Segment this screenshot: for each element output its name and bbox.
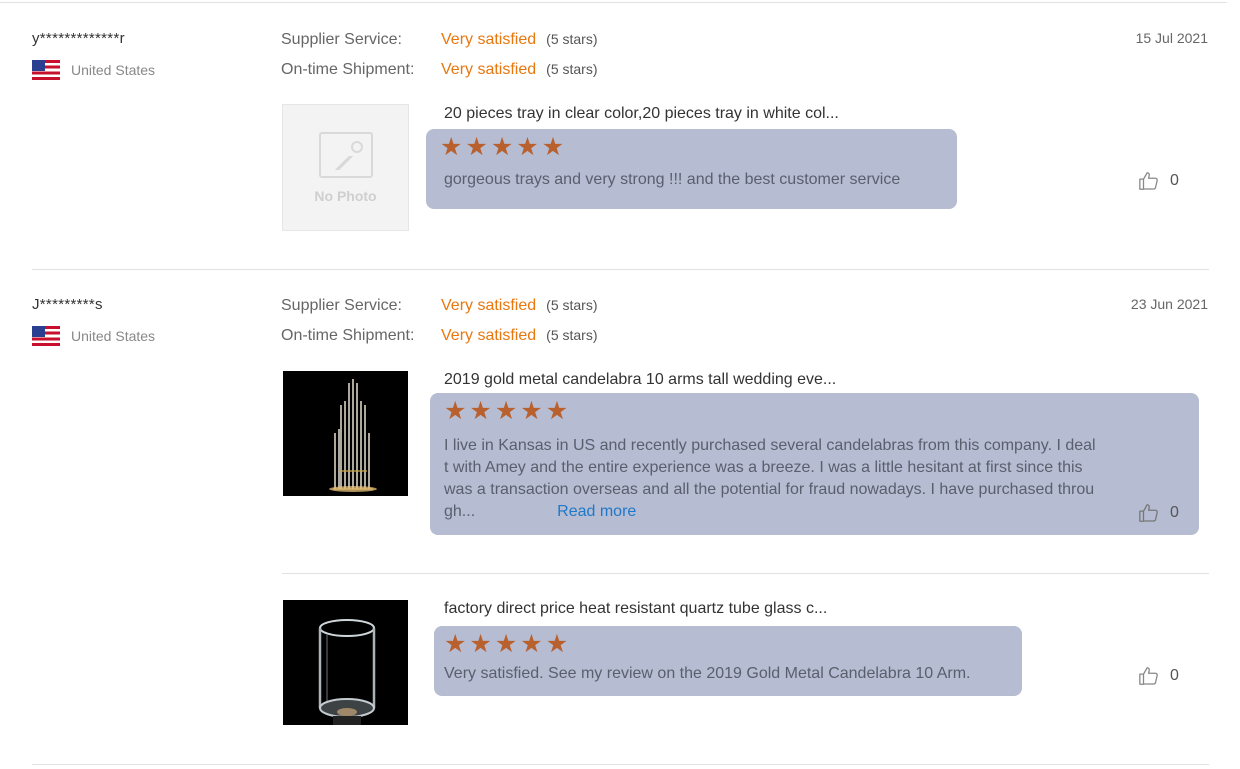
rating-value: Very satisfied — [441, 327, 537, 344]
star-icon: ★ — [490, 133, 514, 161]
star-icon: ★ — [444, 630, 467, 658]
review-bubble: ★ ★ ★ ★ ★ Very satisfied. See my review … — [434, 626, 1022, 696]
star-icon: ★ — [494, 397, 518, 425]
product-title-link[interactable]: factory direct price heat resistant quar… — [444, 600, 827, 618]
no-photo-label: No Photo — [314, 187, 377, 204]
review-stars: ★ ★ ★ ★ ★ — [444, 399, 568, 424]
review-text-line-last: gh... Read more — [444, 501, 1096, 523]
star-icon: ★ — [494, 630, 518, 658]
review-text-line: t with Amey and the entire experience wa… — [444, 459, 1083, 476]
supplier-service-rating: Supplier Service: Very satisfied (5 star… — [281, 297, 598, 315]
star-icon: ★ — [545, 397, 569, 425]
read-more-link[interactable]: Read more — [557, 503, 636, 520]
rating-stars-text: (5 stars) — [546, 297, 598, 313]
review-text-line: was a transaction overseas and all the p… — [444, 481, 1095, 498]
flag-us-icon — [32, 60, 60, 80]
supplier-service-rating: Supplier Service: Very satisfied (5 star… — [281, 31, 598, 49]
review-text: Very satisfied. See my review on the 201… — [444, 665, 971, 682]
reviewer-name: J*********s — [32, 296, 103, 313]
rating-stars-text: (5 stars) — [546, 61, 598, 77]
on-time-shipment-rating: On-time Shipment: Very satisfied (5 star… — [281, 327, 598, 345]
review-stars: ★ ★ ★ ★ ★ — [444, 632, 568, 657]
rating-label: On-time Shipment: — [281, 327, 415, 344]
product-image[interactable] — [283, 371, 408, 496]
star-icon: ★ — [444, 397, 467, 425]
flag-us-icon — [32, 326, 60, 346]
star-icon: ★ — [516, 133, 539, 161]
star-icon: ★ — [469, 630, 492, 658]
like-count: 0 — [1170, 504, 1179, 521]
like-count: 0 — [1170, 172, 1179, 189]
star-icon: ★ — [465, 133, 488, 161]
glass-tube-image — [283, 600, 408, 725]
like-button[interactable]: 0 — [1138, 502, 1179, 524]
review-text: gorgeous trays and very strong !!! and t… — [444, 171, 901, 188]
rating-value: Very satisfied — [441, 297, 537, 314]
rating-stars-text: (5 stars) — [546, 31, 598, 47]
review-stars: ★ ★ ★ ★ ★ — [440, 135, 564, 160]
thumbs-up-icon — [1139, 667, 1158, 685]
review-bubble: ★ ★ ★ ★ ★ gorgeous trays and very strong… — [426, 129, 957, 209]
country-name: United States — [71, 62, 156, 78]
review-divider — [32, 764, 1209, 765]
star-icon: ★ — [469, 397, 492, 425]
like-button[interactable]: 0 — [1138, 665, 1179, 687]
reviewer-country: United States — [32, 326, 155, 346]
review-text-line: gh... — [444, 503, 476, 520]
reviewer-country: United States — [32, 60, 155, 80]
product-title-link[interactable]: 20 pieces tray in clear color,20 pieces … — [444, 105, 839, 123]
review-card: J*********s United States Supplier Servi… — [0, 270, 1240, 769]
review-text: I live in Kansas in US and recently purc… — [444, 435, 1096, 523]
review-text-line: I live in Kansas in US and recently purc… — [444, 437, 1096, 454]
rating-stars-text: (5 stars) — [546, 327, 598, 343]
like-count: 0 — [1170, 667, 1179, 684]
candelabra-image — [283, 371, 408, 496]
star-icon: ★ — [545, 630, 569, 658]
reviewer-name: y*************r — [32, 30, 125, 47]
product-title-link[interactable]: 2019 gold metal candelabra 10 arms tall … — [444, 371, 836, 389]
thumbs-up-icon — [1139, 504, 1158, 522]
review-date: 23 Jun 2021 — [1130, 296, 1208, 312]
on-time-shipment-rating: On-time Shipment: Very satisfied (5 star… — [281, 61, 598, 79]
no-photo-icon — [318, 131, 373, 178]
item-divider — [282, 573, 1209, 574]
star-icon: ★ — [520, 630, 543, 658]
star-icon: ★ — [440, 133, 463, 161]
product-image-placeholder[interactable]: No Photo — [282, 104, 409, 231]
like-button[interactable]: 0 — [1138, 170, 1179, 192]
rating-label: On-time Shipment: — [281, 61, 415, 78]
rating-label: Supplier Service: — [281, 31, 402, 48]
product-image[interactable] — [283, 600, 408, 725]
star-icon: ★ — [541, 133, 565, 161]
star-icon: ★ — [520, 397, 543, 425]
rating-value: Very satisfied — [441, 61, 537, 78]
rating-label: Supplier Service: — [281, 297, 402, 314]
review-date: 15 Jul 2021 — [1135, 30, 1208, 46]
thumbs-up-icon — [1139, 172, 1158, 190]
country-name: United States — [71, 328, 156, 344]
review-bubble: ★ ★ ★ ★ ★ I live in Kansas in US and rec… — [430, 393, 1199, 535]
rating-value: Very satisfied — [441, 31, 537, 48]
review-card: y*************r United States Supplier S… — [0, 0, 1240, 270]
